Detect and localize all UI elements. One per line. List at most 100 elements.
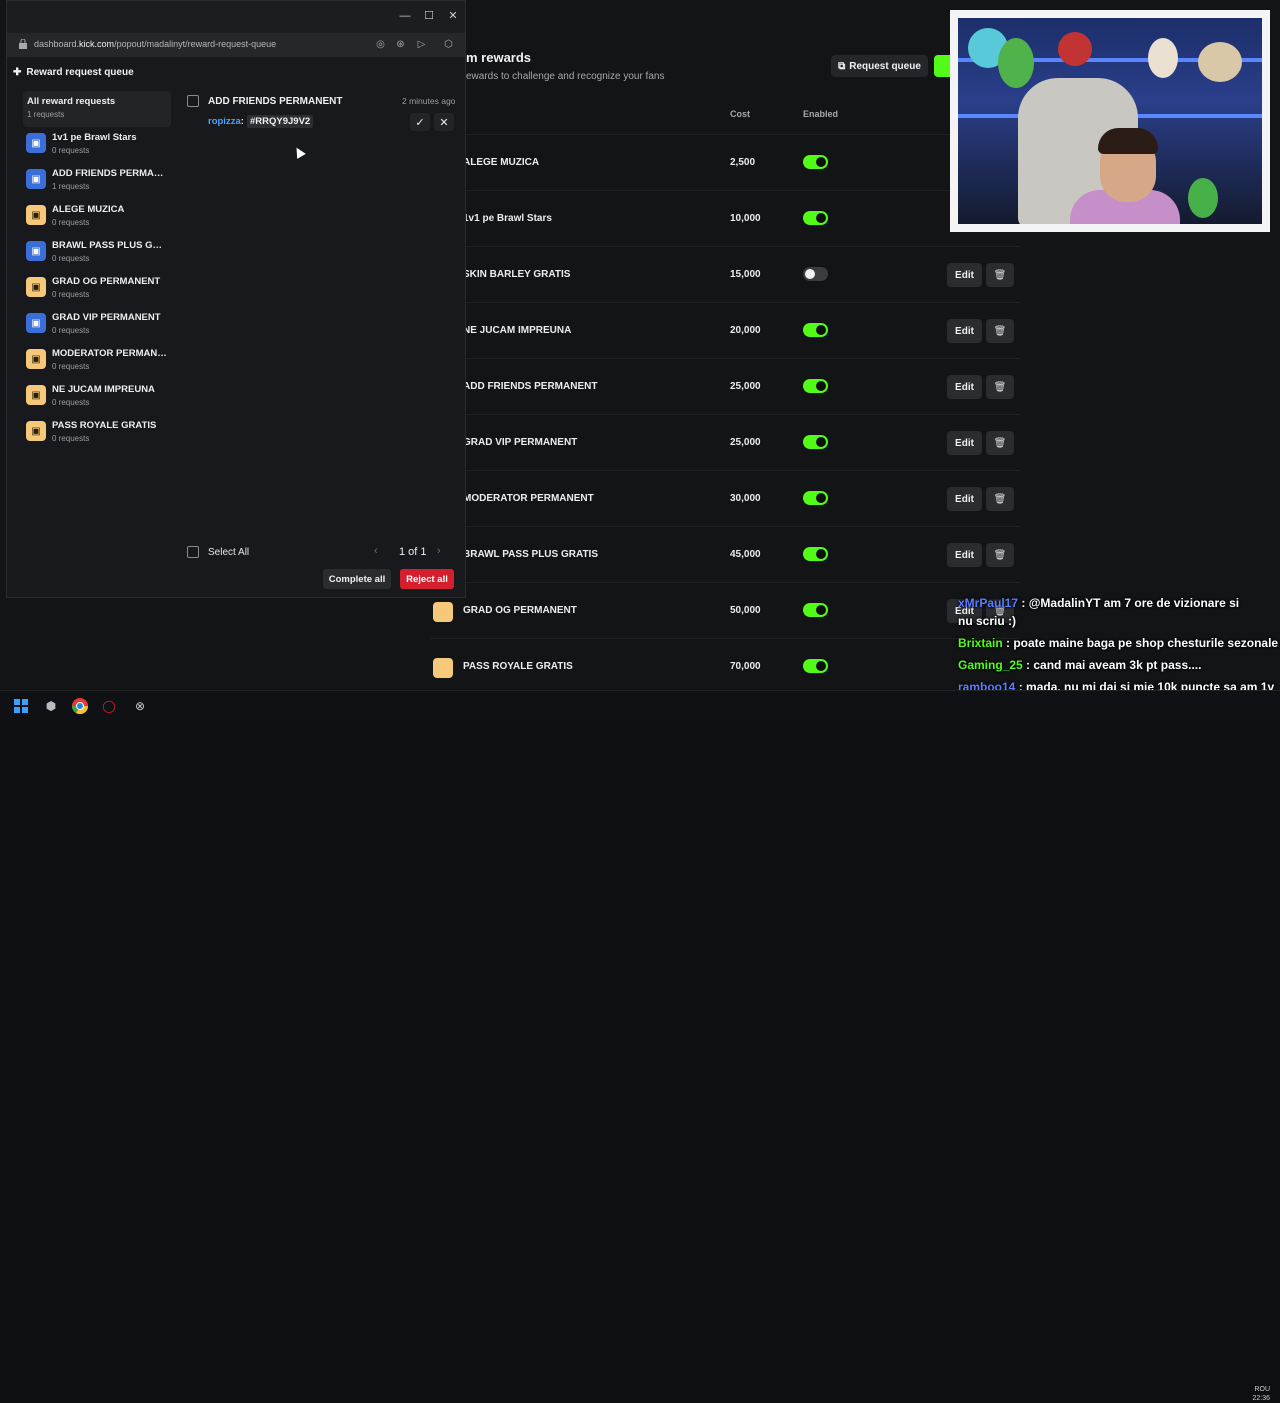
sidebar-item-reward[interactable]: ▣ GRAD OG PERMANENT 0 requests [23, 271, 171, 307]
toy-figure [998, 38, 1034, 88]
sidebar-item-reward[interactable]: ▣ BRAWL PASS PLUS GRATIS 0 requests [23, 235, 171, 271]
trash-icon[interactable]: 🗑 [986, 375, 1014, 399]
reward-name: ALEGE MUZICA [463, 157, 540, 168]
sidebar-item-reward[interactable]: ▣ 1v1 pe Brawl Stars 0 requests [23, 127, 171, 163]
reward-gift-icon: ▣ [26, 349, 46, 369]
reward-enabled-toggle[interactable] [803, 267, 828, 281]
reward-row: PASS ROYALE GRATIS 70,000 [430, 638, 1020, 694]
trash-icon[interactable]: 🗑 [986, 263, 1014, 287]
request-reward-title: ADD FRIENDS PERMANENT [208, 96, 343, 107]
reward-enabled-toggle[interactable] [803, 435, 828, 449]
reject-x-icon[interactable]: ✕ [434, 113, 454, 131]
chat-text: : @MadalinYT am 7 ore de vizionare si [1018, 596, 1240, 610]
request-queue-button[interactable]: ⧉ Request queue [831, 55, 928, 77]
sidebar-item-reward[interactable]: ▣ ADD FRIENDS PERMANENT 1 requests [23, 163, 171, 199]
select-all-checkbox[interactable] [187, 546, 199, 558]
trash-icon[interactable]: 🗑 [986, 543, 1014, 567]
chat-message: Brixtain : poate maine baga pe shop ches… [958, 636, 1278, 650]
windows-start-icon[interactable] [12, 697, 30, 715]
reward-gift-icon: ▣ [26, 385, 46, 405]
clock[interactable]: 22:36 [1252, 1394, 1270, 1403]
sidebar-item-reward[interactable]: ▣ MODERATOR PERMANENT 0 requests [23, 343, 171, 379]
shield-icon[interactable]: ◎ [374, 38, 387, 51]
sidebar-item-reward[interactable]: ▣ ALEGE MUZICA 0 requests [23, 199, 171, 235]
reward-gift-icon: ▣ [26, 313, 46, 333]
queue-title: Reward request queue [26, 67, 134, 78]
trash-icon[interactable]: 🗑 [986, 487, 1014, 511]
reward-enabled-toggle[interactable] [803, 659, 828, 673]
reward-enabled-toggle[interactable] [803, 547, 828, 561]
sidebar-item-title: GRAD VIP PERMANENT [52, 312, 161, 323]
reward-enabled-toggle[interactable] [803, 491, 828, 505]
next-page-icon[interactable]: › [437, 545, 441, 557]
sidebar-item-title: ADD FRIENDS PERMANENT [52, 168, 167, 179]
reward-name: BRAWL PASS PLUS GRATIS [463, 549, 599, 560]
toy-figure [1198, 42, 1242, 82]
chat-username[interactable]: Brixtain [958, 636, 1003, 650]
reward-cost: 10,000 [730, 213, 761, 224]
reward-enabled-toggle[interactable] [803, 211, 828, 225]
sidebar-item-reward[interactable]: ▣ PASS ROYALE GRATIS 0 requests [23, 415, 171, 451]
reward-enabled-toggle[interactable] [803, 379, 828, 393]
approve-check-icon[interactable]: ✓ [410, 113, 430, 131]
reward-enabled-toggle[interactable] [803, 603, 828, 617]
edit-reward-button[interactable]: Edit [947, 319, 982, 343]
request-timestamp: 2 minutes ago [402, 96, 456, 106]
sidebar-item-reward[interactable]: All reward requests 1 requests [23, 91, 171, 127]
edit-reward-button[interactable]: Edit [947, 431, 982, 455]
chat-username[interactable]: Gaming_25 [958, 658, 1023, 672]
reward-name: SKIN BARLEY GRATIS [463, 269, 571, 280]
sidebar-item-count: 0 requests [52, 218, 90, 227]
request-queue-label: Request queue [849, 60, 921, 72]
external-link-icon: ⧉ [838, 60, 846, 72]
request-input-code: #RRQY9J9V2 [247, 115, 314, 128]
minimize-icon[interactable]: — [398, 9, 412, 23]
sidebar-item-count: 0 requests [52, 362, 90, 371]
enabled-column-header: Enabled [803, 109, 839, 119]
edit-reward-button[interactable]: Edit [947, 543, 982, 567]
edit-reward-button[interactable]: Edit [947, 263, 982, 287]
send-icon[interactable]: ▷ [415, 38, 428, 51]
reject-all-button[interactable]: Reject all [400, 569, 454, 589]
opera-icon[interactable]: ◯ [100, 697, 118, 715]
sidebar-item-reward[interactable]: ▣ GRAD VIP PERMANENT 0 requests [23, 307, 171, 343]
chat-text: : poate maine baga pe shop chesturile se… [1002, 636, 1279, 650]
address-bar[interactable]: dashboard.kick.com/popout/madalinyt/rewa… [7, 33, 465, 57]
reward-row: 1v1 pe Brawl Stars 10,000 [430, 190, 1020, 246]
url-text[interactable]: dashboard.kick.com/popout/madalinyt/rewa… [34, 39, 276, 49]
request-username[interactable]: ropizza: [208, 116, 244, 127]
sidebar-item-title: All reward requests [27, 96, 116, 107]
request-checkbox[interactable] [187, 95, 199, 107]
streamer-hair [1098, 128, 1158, 154]
prev-page-icon[interactable]: ‹ [374, 545, 378, 557]
sidebar-item-title: BRAWL PASS PLUS GRATIS [52, 240, 167, 251]
site-info-icon[interactable] [19, 39, 27, 49]
chat-username[interactable]: xMrPaul17 [958, 596, 1018, 610]
close-icon[interactable]: ✕ [446, 9, 460, 23]
window-titlebar[interactable]: — ☐ ✕ [7, 1, 465, 33]
edit-reward-button[interactable]: Edit [947, 375, 982, 399]
keyboard-language[interactable]: ROU [1252, 1385, 1270, 1394]
extension-icon[interactable]: ⬡ [442, 38, 455, 51]
app-icon[interactable]: ⬢ [42, 697, 60, 715]
reward-enabled-toggle[interactable] [803, 323, 828, 337]
vpn-icon[interactable]: ⊛ [394, 38, 407, 51]
add-reward-button[interactable] [934, 55, 950, 77]
obs-icon[interactable]: ⊗ [131, 697, 149, 715]
maximize-icon[interactable]: ☐ [422, 9, 436, 23]
reward-gift-icon: ▣ [26, 205, 46, 225]
reward-queue-popout-window: — ☐ ✕ dashboard.kick.com/popout/madaliny… [6, 0, 466, 598]
sidebar-item-reward[interactable]: ▣ NE JUCAM IMPREUNA 0 requests [23, 379, 171, 415]
reward-row: GRAD VIP PERMANENT 25,000 Edit 🗑 [430, 414, 1020, 470]
reward-name: ADD FRIENDS PERMANENT [463, 381, 598, 392]
chrome-icon[interactable] [71, 697, 89, 715]
reward-name: GRAD VIP PERMANENT [463, 437, 578, 448]
complete-all-button[interactable]: Complete all [323, 569, 391, 589]
cost-column-header: Cost [730, 109, 750, 119]
sidebar-item-title: 1v1 pe Brawl Stars [52, 132, 137, 143]
trash-icon[interactable]: 🗑 [986, 319, 1014, 343]
edit-reward-button[interactable]: Edit [947, 487, 982, 511]
sidebar-item-title: PASS ROYALE GRATIS [52, 420, 157, 431]
trash-icon[interactable]: 🗑 [986, 431, 1014, 455]
reward-enabled-toggle[interactable] [803, 155, 828, 169]
